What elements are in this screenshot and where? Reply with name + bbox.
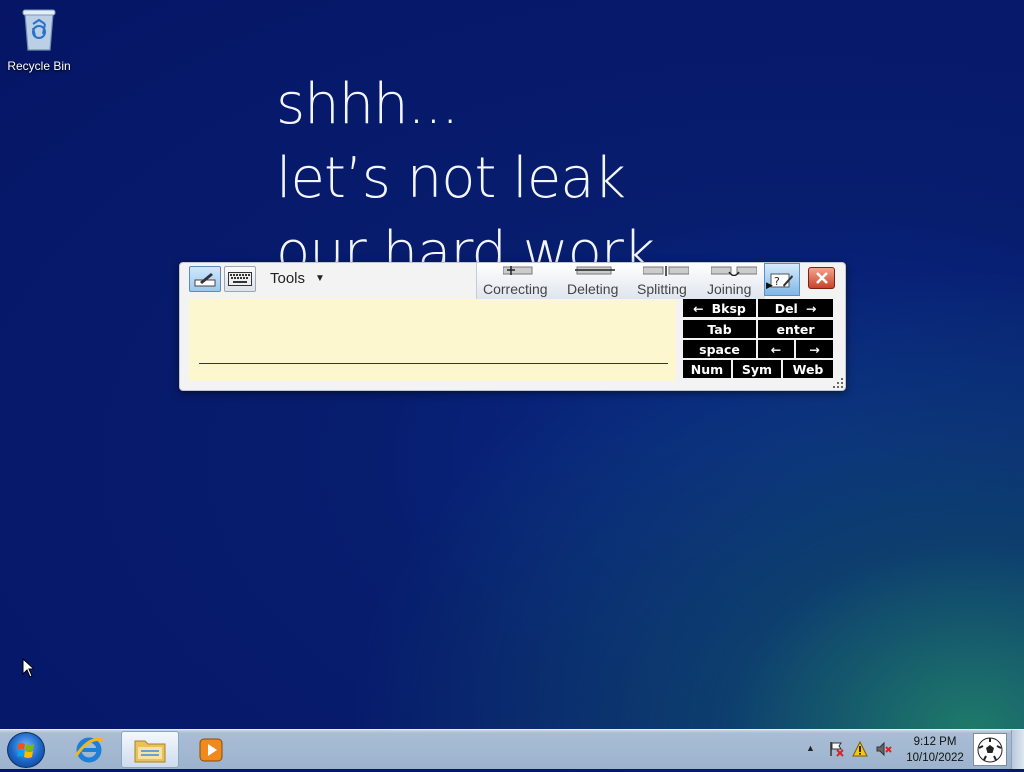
wallpaper-line-1: shhh...: [276, 72, 459, 137]
web-key-label: Web: [792, 361, 824, 377]
input-panel-toolbar: Tools ▼ Correcting Deleting Splitting Jo…: [180, 263, 845, 299]
start-button[interactable]: [7, 732, 45, 768]
recycle-bin-icon: [22, 9, 56, 51]
internet-explorer-icon: [74, 737, 104, 762]
touch-keyboard-mode-button[interactable]: [224, 266, 256, 292]
writing-pad[interactable]: [189, 299, 676, 381]
delete-key-label: Del: [774, 300, 798, 316]
windows-explorer-taskbar-button[interactable]: [121, 731, 179, 768]
right-arrow-key[interactable]: →: [796, 340, 833, 358]
soccer-ball-icon: [977, 737, 1003, 762]
left-arrow-key[interactable]: ←: [758, 340, 794, 358]
wallpaper-line-3: our hard work: [276, 220, 655, 266]
internet-explorer-taskbar-button[interactable]: [60, 731, 118, 768]
taskbar: ▲ 9:12 PM 10/10/2022: [0, 729, 1024, 769]
arrow-left-icon: ←: [693, 300, 704, 316]
gesture-deleting[interactable]: Deleting: [567, 281, 618, 297]
recycle-bin-label: Recycle Bin: [7, 59, 71, 73]
chevron-right-icon: ▶: [766, 280, 773, 290]
action-center-flag-icon[interactable]: [828, 741, 844, 757]
backspace-key-label: Bksp: [711, 300, 746, 316]
sym-key[interactable]: Sym: [733, 360, 781, 378]
folder-icon: [134, 740, 166, 762]
backspace-key[interactable]: ← Bksp: [683, 299, 756, 317]
correcting-gesture-icon: [503, 266, 533, 275]
joining-gesture-icon: [711, 266, 757, 276]
system-clock[interactable]: 9:12 PM 10/10/2022: [900, 734, 970, 766]
gesture-demo-bar: Correcting Deleting Splitting Joining: [476, 263, 765, 299]
wallpaper-text: shhh... let’s not leak our hard work: [276, 68, 796, 266]
resize-grip-icon[interactable]: [833, 378, 843, 388]
splitting-gesture-icon: [643, 266, 689, 276]
tablet-input-panel: Tools ▼ Correcting Deleting Splitting Jo…: [179, 262, 846, 391]
keyboard-icon: [228, 272, 252, 286]
tab-key-label: Tab: [707, 321, 732, 337]
help-notepad-icon: ?: [770, 273, 793, 288]
windows-logo-icon: [17, 743, 34, 758]
web-key[interactable]: Web: [783, 360, 833, 378]
space-key[interactable]: space: [683, 340, 756, 358]
show-desktop-button[interactable]: [1011, 730, 1024, 769]
num-key[interactable]: Num: [683, 360, 731, 378]
tools-menu[interactable]: Tools ▼: [270, 270, 325, 287]
tools-menu-label: Tools: [270, 270, 306, 287]
arrow-left-icon: ←: [770, 341, 782, 357]
svg-text:?: ?: [774, 275, 780, 288]
sym-key-label: Sym: [741, 361, 773, 377]
writing-pad-mode-button[interactable]: [189, 266, 221, 292]
close-icon: [815, 272, 828, 284]
mouse-cursor-icon: [22, 658, 34, 678]
clock-time: 9:12 PM: [913, 736, 957, 748]
user-picture-button[interactable]: [973, 733, 1007, 766]
gesture-joining[interactable]: Joining: [707, 281, 751, 297]
enter-key-label: enter: [776, 321, 815, 337]
gesture-correcting[interactable]: Correcting: [483, 281, 548, 297]
gesture-splitting[interactable]: Splitting: [637, 281, 687, 297]
volume-muted-icon[interactable]: [876, 741, 892, 757]
tab-key[interactable]: Tab: [683, 320, 756, 338]
delete-key[interactable]: Del →: [758, 299, 833, 317]
show-hidden-icons-button[interactable]: ▲: [806, 743, 815, 753]
recycle-bin-shortcut[interactable]: Recycle Bin: [6, 6, 72, 73]
arrow-right-icon: →: [805, 300, 817, 316]
pen-pad-icon: [194, 273, 216, 287]
media-player-taskbar-button[interactable]: [182, 731, 240, 768]
wallpaper-line-2: let’s not leak: [276, 146, 626, 211]
deleting-gesture-icon: [575, 266, 615, 275]
space-key-label: space: [699, 341, 740, 357]
writing-baseline: [199, 363, 668, 364]
media-player-icon: [199, 738, 223, 761]
enter-key[interactable]: enter: [758, 320, 833, 338]
num-key-label: Num: [690, 361, 724, 377]
arrow-right-icon: →: [809, 341, 820, 357]
warning-icon[interactable]: [852, 741, 868, 757]
chevron-down-icon: ▼: [315, 273, 325, 284]
close-button[interactable]: [808, 267, 835, 289]
clock-date: 10/10/2022: [906, 752, 964, 764]
